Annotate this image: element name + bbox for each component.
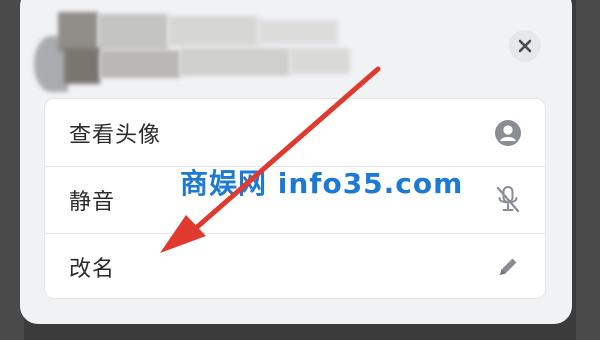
- right-backdrop-strip: [576, 0, 600, 340]
- avatar-icon: [493, 118, 523, 148]
- pencil-icon: [493, 252, 523, 282]
- menu-item-label: 静音: [69, 189, 116, 215]
- action-sheet: 查看头像 静音 改名: [20, 0, 572, 324]
- mic-off-icon: [493, 185, 523, 215]
- close-button[interactable]: [509, 30, 541, 62]
- menu-item-view-avatar[interactable]: 查看头像: [45, 99, 545, 166]
- menu-item-rename[interactable]: 改名: [45, 233, 545, 300]
- close-icon: [518, 39, 532, 53]
- menu-item-label: 改名: [69, 256, 116, 282]
- blurred-user-header: [34, 0, 354, 92]
- menu-card: 查看头像 静音 改名: [44, 98, 546, 299]
- menu-item-label: 查看头像: [69, 122, 162, 148]
- menu-item-mute[interactable]: 静音: [45, 166, 545, 233]
